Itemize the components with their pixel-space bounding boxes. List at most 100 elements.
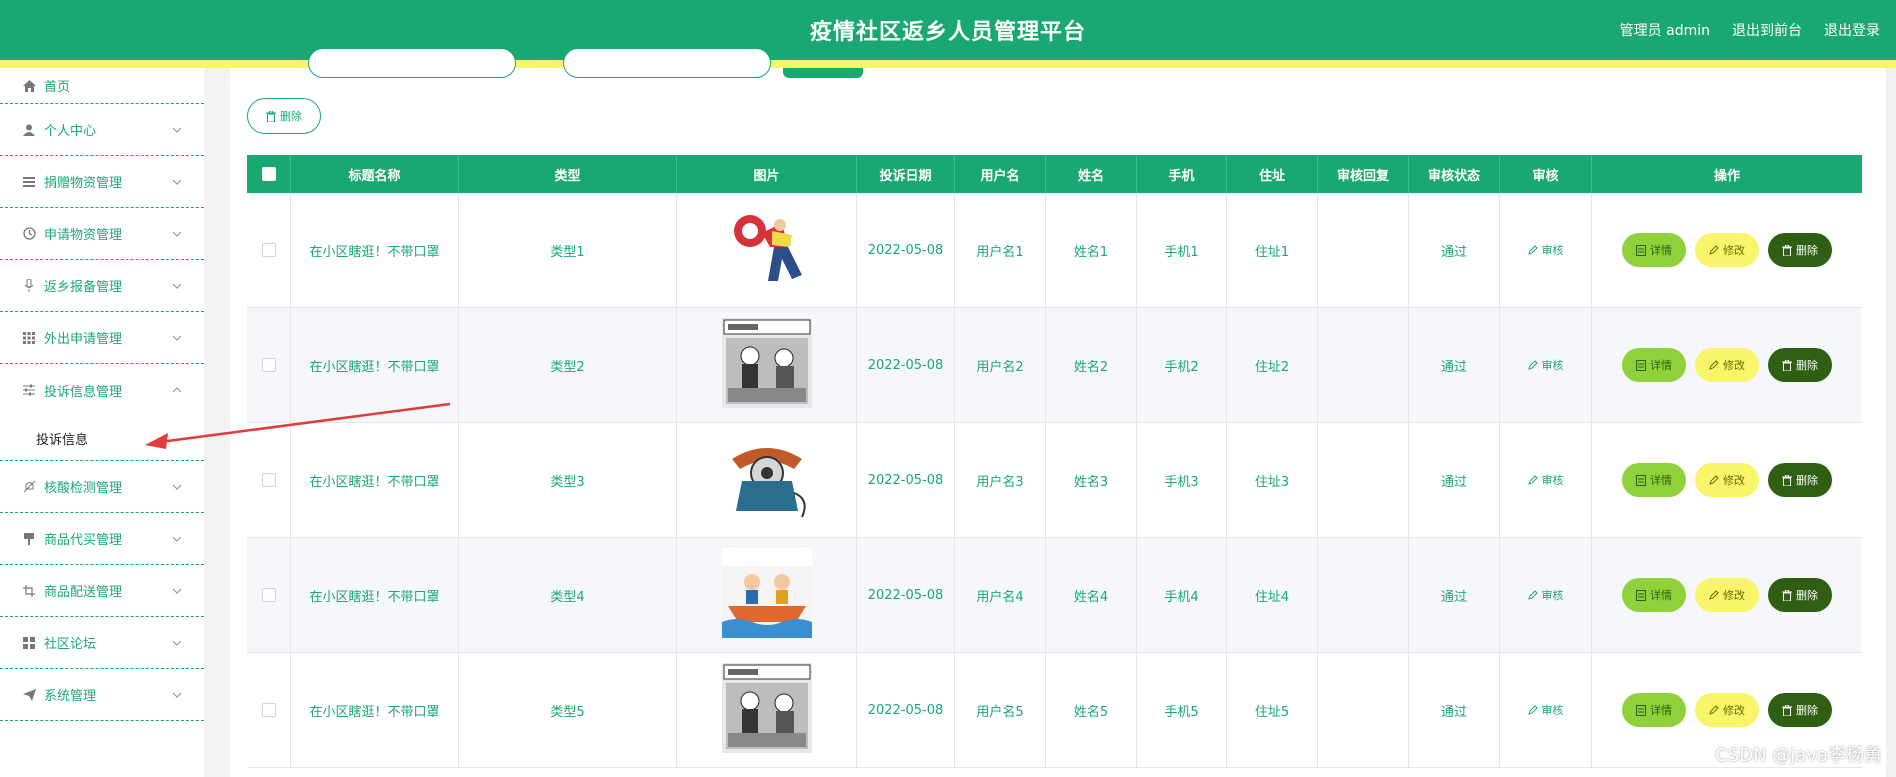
table-row[interactable]: 在小区瞎逛！不带口罩 类型2 2022-05-08 用户名2 姓名2 手机2 住址2 通过 审核… (247, 308, 1862, 423)
audit-link[interactable]: 审核 (1527, 472, 1564, 488)
audit-label: 审核 (1541, 704, 1564, 717)
cell-status: 通过 (1409, 193, 1500, 307)
sidebar-item-home[interactable]: 首页 (0, 68, 204, 104)
trash-icon (1782, 359, 1792, 371)
cell-image (677, 308, 857, 422)
cell-username: 用户名5 (955, 653, 1046, 767)
row-checkbox[interactable] (261, 243, 276, 257)
cell-audit: 审核 (1500, 193, 1592, 307)
document-icon (1636, 704, 1646, 716)
back-to-front-link[interactable]: 退出到前台 (1732, 20, 1802, 40)
cell-phone: 手机5 (1137, 653, 1227, 767)
home-icon (22, 79, 36, 93)
delete-button[interactable]: 删除 (1768, 348, 1832, 382)
sidebar-item-personal-center[interactable]: 个人中心 (0, 104, 204, 156)
detail-button[interactable]: 详情 (1622, 693, 1686, 727)
pencil-icon (1709, 475, 1719, 485)
chevron-down-icon (172, 484, 182, 490)
cell-type: 类型4 (459, 538, 677, 652)
cell-type: 类型2 (459, 308, 677, 422)
cell-status: 通过 (1409, 308, 1500, 422)
audit-link[interactable]: 审核 (1527, 357, 1564, 373)
column-header: 手机 (1137, 155, 1227, 193)
cell-image (677, 538, 857, 652)
sidebar-item-forum[interactable]: 社区论坛 (0, 617, 204, 669)
sidebar-item-return-report[interactable]: 返乡报备管理 (0, 260, 204, 312)
row-checkbox[interactable] (261, 588, 276, 602)
edit-button[interactable]: 修改 (1695, 233, 1759, 267)
send-icon (22, 688, 36, 702)
audit-link[interactable]: 审核 (1527, 587, 1564, 603)
delete-button[interactable]: 删除 (1768, 233, 1832, 267)
sidebar-item-complaint[interactable]: 投诉信息管理 (0, 364, 204, 416)
column-header: 姓名 (1046, 155, 1137, 193)
detail-button[interactable]: 详情 (1622, 578, 1686, 612)
cell-audit: 审核 (1500, 423, 1592, 537)
row-checkbox[interactable] (261, 358, 276, 372)
cell-phone: 手机4 (1137, 538, 1227, 652)
document-icon (1636, 359, 1646, 371)
sidebar-item-system[interactable]: 系统管理 (0, 669, 204, 721)
edit-icon (1527, 245, 1538, 255)
sidebar-item-nucleic-test[interactable]: 核酸检测管理 (0, 461, 204, 513)
cell-title: 在小区瞎逛！不带口罩 (291, 423, 459, 537)
sidebar-item-label: 个人中心 (44, 124, 97, 139)
sidebar-item-apply-supplies[interactable]: 申请物资管理 (0, 208, 204, 260)
delete-button[interactable]: 删除 (1768, 578, 1832, 612)
sidebar-item-purchase-proxy[interactable]: 商品代买管理 (0, 513, 204, 565)
cell-image (677, 193, 857, 307)
cell-phone: 手机2 (1137, 308, 1227, 422)
cell-username: 用户名2 (955, 308, 1046, 422)
sidebar-subitem-complaint-info[interactable]: 投诉信息 (0, 416, 204, 461)
column-header: 投诉日期 (857, 155, 955, 193)
main-content: 删除 标题名称 类型 图片 投诉日期 用户名 姓名 手机 住址 审核回复 审核状… (230, 48, 1896, 777)
select-all-checkbox[interactable] (261, 167, 276, 181)
row-checkbox[interactable] (261, 473, 276, 487)
edit-button[interactable]: 修改 (1695, 463, 1759, 497)
edit-button[interactable]: 修改 (1695, 578, 1759, 612)
table-row[interactable]: 在小区瞎逛！不带口罩 类型4 2022-05-08 用户名4 姓名4 手机4 住址4 通过 审核… (247, 538, 1862, 653)
chevron-down-icon (172, 588, 182, 594)
delete-button[interactable]: 删除 (1768, 693, 1832, 727)
clock-icon (22, 227, 36, 241)
chevron-down-icon (172, 283, 182, 289)
admin-user-label[interactable]: 管理员 admin (1620, 20, 1710, 40)
app-title: 疫情社区返乡人员管理平台 (809, 20, 1086, 45)
table-row[interactable]: 在小区瞎逛！不带口罩 类型5 2022-05-08 用户名5 姓名5 手机5 住址5 通过 审核… (247, 653, 1862, 768)
cell-name: 姓名5 (1046, 653, 1137, 767)
audit-link[interactable]: 审核 (1527, 242, 1564, 258)
search-input-type[interactable] (563, 48, 771, 78)
table-row[interactable]: 在小区瞎逛！不带口罩 类型1 2022-05-08 用户名1 姓名1 手机1 住址1 通过 审核… (247, 193, 1862, 308)
cell-type: 类型1 (459, 193, 677, 307)
cell-username: 用户名1 (955, 193, 1046, 307)
cell-image (677, 423, 857, 537)
batch-delete-button[interactable]: 删除 (247, 98, 321, 134)
user-icon (22, 123, 36, 137)
table-row[interactable]: 在小区瞎逛！不带口罩 类型3 2022-05-08 用户名3 姓名3 手机3 住址3 通过 审核… (247, 423, 1862, 538)
select-all-cell (247, 155, 291, 193)
edit-button[interactable]: 修改 (1695, 348, 1759, 382)
search-input-title[interactable] (308, 48, 516, 78)
complaint-image (721, 663, 812, 757)
detail-button[interactable]: 详情 (1622, 463, 1686, 497)
cell-phone: 手机1 (1137, 193, 1227, 307)
search-button[interactable] (783, 68, 863, 78)
document-icon (1636, 474, 1646, 486)
sidebar-item-label: 申请物资管理 (44, 228, 123, 243)
cell-status: 通过 (1409, 538, 1500, 652)
sidebar-item-outing-apply[interactable]: 外出申请管理 (0, 312, 204, 364)
cell-name: 姓名4 (1046, 538, 1137, 652)
row-checkbox[interactable] (261, 703, 276, 717)
logout-link[interactable]: 退出登录 (1824, 20, 1880, 40)
detail-button[interactable]: 详情 (1622, 233, 1686, 267)
sidebar-item-delivery[interactable]: 商品配送管理 (0, 565, 204, 617)
page-scrollbar[interactable] (1886, 68, 1896, 777)
sidebar-item-donation[interactable]: 捐赠物资管理 (0, 156, 204, 208)
detail-button[interactable]: 详情 (1622, 348, 1686, 382)
delete-button[interactable]: 删除 (1768, 463, 1832, 497)
sliders-icon (22, 383, 36, 397)
audit-link[interactable]: 审核 (1527, 702, 1564, 718)
cell-address: 住址5 (1227, 653, 1318, 767)
sidebar-subitem-label: 投诉信息 (36, 432, 89, 448)
edit-button[interactable]: 修改 (1695, 693, 1759, 727)
